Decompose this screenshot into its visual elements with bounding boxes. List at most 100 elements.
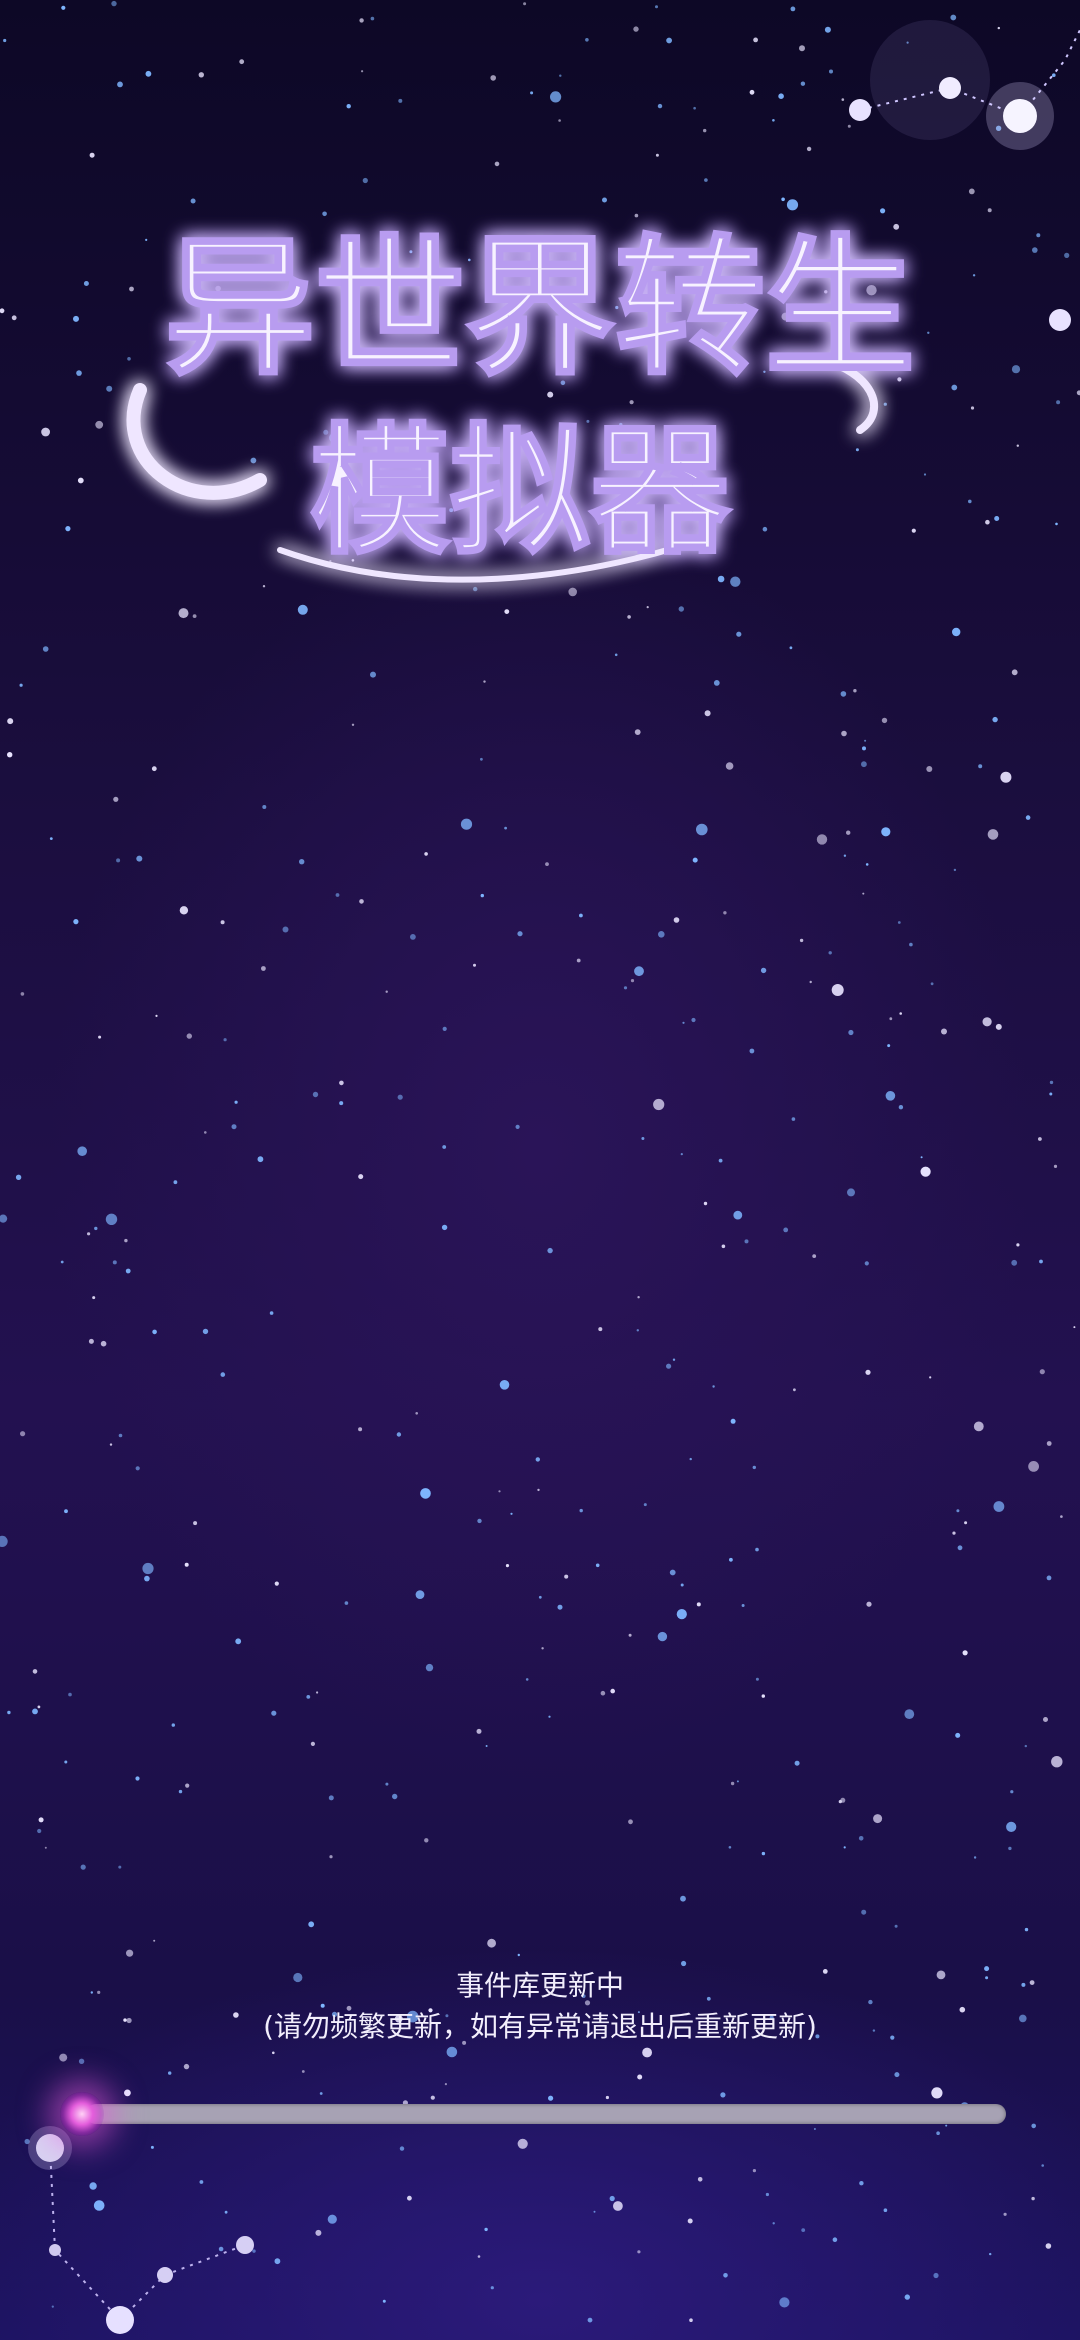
star bbox=[730, 1781, 735, 1786]
star bbox=[832, 2237, 838, 2242]
star bbox=[239, 59, 245, 65]
star bbox=[962, 1650, 968, 1656]
star bbox=[537, 1488, 540, 1492]
star bbox=[202, 1328, 209, 1335]
star bbox=[392, 1793, 398, 1800]
star bbox=[446, 2046, 458, 2058]
star bbox=[952, 1531, 956, 1535]
star bbox=[721, 1244, 726, 1249]
star bbox=[0, 1535, 8, 1547]
star bbox=[87, 1232, 91, 1236]
star bbox=[65, 526, 71, 532]
star bbox=[548, 2095, 554, 2101]
star bbox=[816, 834, 828, 845]
star bbox=[883, 2208, 888, 2212]
star bbox=[982, 1017, 992, 1027]
star bbox=[704, 710, 711, 717]
star bbox=[643, 1503, 647, 1507]
star bbox=[634, 966, 644, 977]
star bbox=[113, 796, 119, 802]
star bbox=[510, 1512, 513, 1515]
star bbox=[358, 1174, 364, 1180]
star bbox=[637, 2074, 643, 2080]
star bbox=[32, 1708, 38, 1715]
star bbox=[262, 805, 267, 809]
star bbox=[953, 868, 957, 872]
star bbox=[415, 1412, 419, 1415]
star bbox=[713, 680, 720, 686]
star bbox=[723, 2273, 728, 2278]
star bbox=[1056, 400, 1061, 405]
star bbox=[865, 1369, 871, 1375]
star bbox=[853, 689, 857, 693]
star bbox=[220, 920, 225, 925]
star bbox=[1053, 1164, 1058, 1168]
star bbox=[744, 1239, 749, 1244]
star bbox=[861, 1909, 867, 1915]
star bbox=[779, 2297, 790, 2308]
star bbox=[257, 1156, 264, 1163]
star bbox=[557, 1604, 563, 1610]
star bbox=[399, 2146, 405, 2151]
star bbox=[64, 1760, 68, 1764]
star bbox=[312, 1091, 319, 1098]
star bbox=[1016, 444, 1019, 447]
star bbox=[812, 1254, 817, 1258]
star bbox=[484, 2227, 488, 2232]
star bbox=[396, 1432, 402, 1437]
star bbox=[994, 516, 1000, 521]
star bbox=[20, 1431, 26, 1437]
star bbox=[60, 1260, 64, 1264]
star bbox=[752, 1465, 756, 1470]
star bbox=[1000, 771, 1012, 783]
star bbox=[92, 1296, 96, 1300]
star bbox=[73, 919, 79, 925]
star bbox=[859, 2181, 864, 2186]
star bbox=[310, 1741, 315, 1746]
star bbox=[843, 854, 847, 857]
star bbox=[480, 893, 484, 898]
star bbox=[633, 26, 639, 32]
star bbox=[752, 2169, 757, 2173]
star bbox=[691, 1017, 696, 1023]
star bbox=[490, 75, 497, 81]
star bbox=[680, 1895, 686, 1902]
star bbox=[1045, 2243, 1052, 2249]
star bbox=[1011, 669, 1018, 676]
star bbox=[198, 72, 204, 78]
star bbox=[358, 1427, 363, 1432]
star bbox=[899, 1012, 902, 1015]
star bbox=[1055, 522, 1058, 526]
star bbox=[730, 1418, 736, 1424]
star bbox=[385, 990, 388, 993]
star bbox=[145, 70, 152, 77]
star bbox=[881, 717, 888, 724]
star bbox=[755, 1547, 759, 1552]
progress-orb-icon bbox=[60, 2092, 104, 2136]
star bbox=[135, 1776, 140, 1781]
star bbox=[299, 859, 305, 865]
star bbox=[931, 2087, 943, 2099]
game-title-logo: 异世界转生 模拟器 bbox=[126, 219, 917, 583]
loading-screen: 异世界转生 模拟器 事件库更新中 (请勿频繁更新，如有异常请退出后重新更新) bbox=[0, 0, 1080, 2340]
star bbox=[697, 2177, 703, 2182]
star bbox=[153, 1939, 156, 1942]
star bbox=[995, 1023, 1002, 1030]
star bbox=[920, 1156, 923, 1159]
star bbox=[723, 911, 727, 915]
star bbox=[657, 103, 663, 109]
star bbox=[271, 1710, 277, 1716]
star bbox=[736, 1780, 739, 1783]
star bbox=[858, 1836, 864, 1841]
star bbox=[442, 1145, 447, 1149]
star bbox=[666, 1363, 672, 1369]
star bbox=[125, 1268, 131, 1274]
star bbox=[517, 931, 523, 937]
star bbox=[729, 1557, 733, 1562]
star bbox=[945, 2124, 948, 2127]
star bbox=[887, 1044, 891, 1048]
star bbox=[579, 913, 583, 918]
star bbox=[269, 1311, 274, 1315]
star bbox=[442, 1026, 447, 1031]
star bbox=[49, 837, 53, 840]
